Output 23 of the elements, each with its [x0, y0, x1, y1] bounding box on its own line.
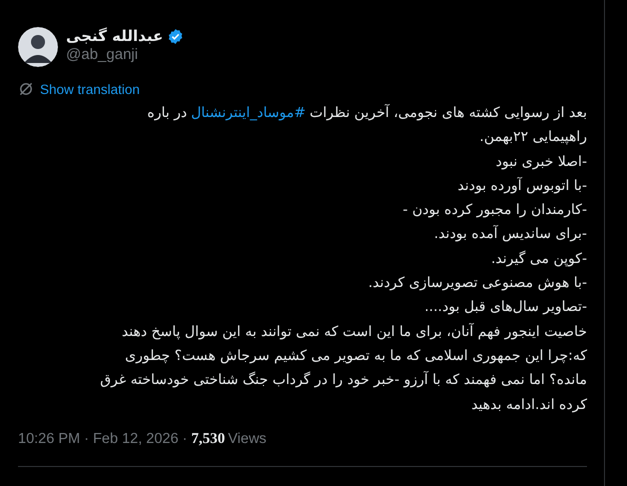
tweet-text: -با هوش مصنوعی تصویرسازی کردند. — [367, 274, 587, 294]
tweet-text: راهپیمایی ۲۲بهمن. — [478, 128, 587, 148]
tweet-text: -برای ساندیس آمده بودند. — [433, 224, 587, 244]
hashtag-link[interactable]: #موساد_اینترنشنال — [190, 101, 306, 126]
tweet-text: -کوپن می گیرند. — [490, 250, 587, 269]
translate-icon — [18, 81, 34, 97]
views-label: Views — [228, 430, 266, 447]
tweet-text: در باره — [147, 104, 187, 123]
tweet-text: خاصیت اینجور فهم آنان، برای ما این است که نمی توانند به این سوال پاسخ دهند — [120, 322, 587, 342]
author-handle[interactable]: @ab_ganji — [66, 46, 184, 63]
tweet-timestamp[interactable]: 10:26 PM · Feb 12, 2026 · — [18, 430, 188, 447]
view-count: 7,530 — [191, 430, 226, 448]
tweet-text: کرده اند.ادامه بدهید — [470, 396, 587, 415]
tweet-text: -اصلا خبری نبود — [494, 152, 587, 172]
tweet-text: که:چرا این جمهوری اسلامی که ما به تصویر می کشیم سرجاش هست؟ چطوری — [124, 346, 587, 366]
tweet-text: -کارمندان را مجبور کرده بودن - — [402, 201, 587, 220]
show-translation-link[interactable]: Show translation — [40, 82, 140, 96]
tweet-text: مانده؟ اما نمی فهمند که با آرزو -خبر خود را در گرداب جنگ شناختی خودساخته غرق — [99, 370, 587, 390]
tweet-text: بعد از رسوایی کشته های نجومی، آخرین نظرات — [310, 103, 587, 123]
author-name[interactable]: عبدالله گنجی — [66, 27, 164, 45]
tweet-text: -با اتوبوس آورده بودند — [456, 176, 587, 196]
tweet-text: -تصاویر سال‌های قبل بود.... — [423, 298, 587, 318]
avatar[interactable] — [18, 27, 58, 67]
